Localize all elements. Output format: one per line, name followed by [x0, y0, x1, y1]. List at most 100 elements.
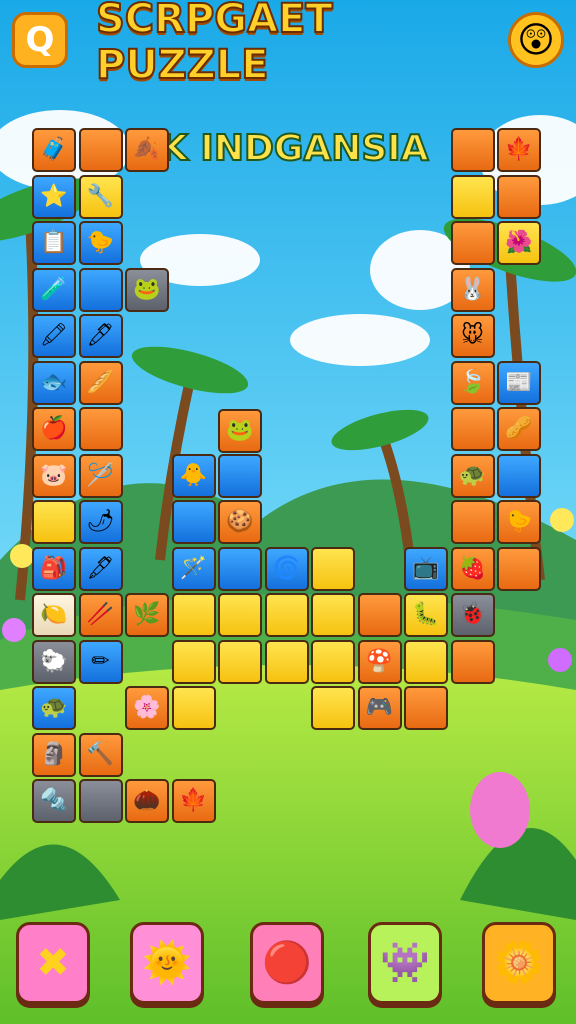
puzzle-tile[interactable]: 🍂: [125, 128, 169, 172]
tile-icon: 🐤: [505, 509, 533, 534]
puzzle-tile[interactable]: [450, 407, 495, 451]
puzzle-tile[interactable]: 🌰: [125, 779, 169, 823]
puzzle-tile[interactable]: 🍓: [450, 546, 495, 591]
puzzle-tile[interactable]: [450, 639, 495, 684]
puzzle-tile[interactable]: 🐢: [32, 686, 76, 730]
sun-flower-button[interactable]: 🌼: [482, 922, 556, 1004]
puzzle-tile[interactable]: 🎮: [357, 686, 402, 730]
puzzle-tile[interactable]: [32, 500, 76, 544]
puzzle-tile[interactable]: 🍋: [32, 593, 76, 637]
puzzle-tile[interactable]: 🥢: [78, 593, 123, 637]
puzzle-tile[interactable]: 🐑: [32, 639, 76, 684]
puzzle-tile[interactable]: [171, 593, 216, 637]
puzzle-tile[interactable]: 🐢: [450, 453, 495, 498]
puzzle-tile[interactable]: [171, 500, 216, 544]
puzzle-tile[interactable]: 🐷: [32, 453, 76, 498]
puzzle-tile[interactable]: ⭐: [32, 174, 76, 219]
puzzle-tile[interactable]: 🐭: [450, 314, 495, 358]
sun-creature-button[interactable]: 🌞: [130, 922, 204, 1004]
puzzle-tile[interactable]: 🔧: [78, 174, 123, 219]
puzzle-tile[interactable]: [218, 453, 262, 498]
puzzle-tile[interactable]: [311, 593, 355, 637]
puzzle-tile[interactable]: 🔩: [32, 779, 76, 823]
tile-icon: ✏: [91, 648, 110, 674]
puzzle-tile[interactable]: ✏: [78, 639, 123, 684]
puzzle-tile[interactable]: 🍃: [450, 360, 495, 405]
puzzle-tile[interactable]: [311, 639, 355, 684]
puzzle-tile[interactable]: 🍄: [357, 639, 402, 684]
puzzle-tile[interactable]: 🐤: [78, 221, 123, 265]
puzzle-tile[interactable]: 🐰: [450, 267, 495, 312]
puzzle-tile[interactable]: [171, 686, 216, 730]
puzzle-tile[interactable]: 🍁: [171, 779, 216, 823]
puzzle-tile[interactable]: [311, 546, 355, 591]
puzzle-tile[interactable]: [450, 221, 495, 265]
puzzle-tile[interactable]: [450, 128, 495, 172]
puzzle-tile[interactable]: 🐸: [218, 409, 262, 454]
puzzle-tile[interactable]: [264, 593, 309, 637]
puzzle-tile[interactable]: 🪡: [78, 453, 123, 498]
tile-icon: 🧪: [40, 276, 68, 302]
puzzle-tile[interactable]: [78, 779, 123, 823]
puzzle-tile[interactable]: [78, 267, 123, 312]
puzzle-tile[interactable]: 🧪: [32, 267, 76, 312]
puzzle-tile[interactable]: 🔨: [78, 732, 123, 777]
tile-icon: 🌀: [272, 555, 301, 581]
puzzle-tile[interactable]: 🍎: [32, 407, 76, 451]
puzzle-tile[interactable]: 🐟: [32, 360, 76, 405]
puzzle-tile[interactable]: [497, 453, 541, 498]
tile-icon: 🖊: [86, 323, 115, 348]
puzzle-tile[interactable]: 📋: [32, 221, 76, 265]
puzzle-tile[interactable]: [218, 546, 262, 591]
puzzle-tile[interactable]: 🍁: [497, 128, 541, 172]
puzzle-tile[interactable]: [450, 174, 495, 219]
puzzle-tile[interactable]: [78, 128, 123, 172]
puzzle-tile[interactable]: 🖊: [78, 314, 123, 358]
profile-button[interactable]: 😲: [508, 12, 564, 68]
puzzle-tile[interactable]: 🌺: [497, 221, 541, 265]
puzzle-tile[interactable]: [218, 639, 262, 684]
tile-icon: 🍓: [458, 555, 487, 581]
puzzle-tile[interactable]: 🐥: [171, 453, 216, 498]
puzzle-tile[interactable]: 📺: [404, 546, 448, 591]
puzzle-tile[interactable]: 🌿: [125, 593, 169, 637]
puzzle-tile[interactable]: 🌶: [78, 500, 123, 544]
tile-icon: 🎒: [40, 555, 68, 581]
puzzle-tile[interactable]: [171, 639, 216, 684]
puzzle-tile[interactable]: 🌸: [125, 686, 169, 730]
tile-icon: 🥜: [505, 416, 533, 441]
tile-icon: 🍁: [179, 788, 208, 813]
search-button[interactable]: Q: [12, 12, 68, 68]
puzzle-tile[interactable]: 🎒: [32, 546, 76, 591]
puzzle-tile[interactable]: [218, 593, 262, 637]
puzzle-tile[interactable]: 🐛: [404, 593, 448, 637]
puzzle-tile[interactable]: 🍪: [218, 500, 262, 544]
puzzle-tile[interactable]: [78, 407, 123, 451]
tile-icon: 🔨: [86, 741, 115, 767]
puzzle-tile[interactable]: 🖋: [78, 546, 123, 591]
puzzle-tile[interactable]: [404, 686, 448, 730]
ball-button[interactable]: 🔴: [250, 922, 324, 1004]
puzzle-tile[interactable]: [450, 500, 495, 544]
blue-monster-button[interactable]: 👾: [368, 922, 442, 1004]
puzzle-tile[interactable]: 🖍: [32, 314, 76, 358]
puzzle-tile[interactable]: 🗿: [32, 732, 76, 777]
puzzle-tile[interactable]: [497, 174, 541, 219]
level-subtitle: K INDGANSIA: [159, 127, 430, 170]
puzzle-tile[interactable]: [357, 593, 402, 637]
puzzle-tile[interactable]: 📰: [497, 360, 541, 405]
puzzle-tile[interactable]: [497, 546, 541, 591]
puzzle-tile[interactable]: 🌀: [264, 546, 309, 591]
tile-icon: 🗿: [40, 741, 68, 767]
puzzle-tile[interactable]: 🥖: [78, 360, 123, 405]
puzzle-tile[interactable]: 🥜: [497, 407, 541, 451]
puzzle-tile[interactable]: [264, 639, 309, 684]
puzzle-tile[interactable]: 🐤: [497, 500, 541, 544]
puzzle-tile[interactable]: 🧳: [32, 128, 76, 172]
puzzle-tile[interactable]: 🪄: [171, 546, 216, 591]
puzzle-tile[interactable]: 🐸: [125, 267, 169, 312]
close-x-button[interactable]: ✖: [16, 922, 90, 1004]
puzzle-tile[interactable]: [404, 639, 448, 684]
puzzle-tile[interactable]: [311, 686, 355, 730]
puzzle-tile[interactable]: 🐞: [450, 593, 495, 637]
